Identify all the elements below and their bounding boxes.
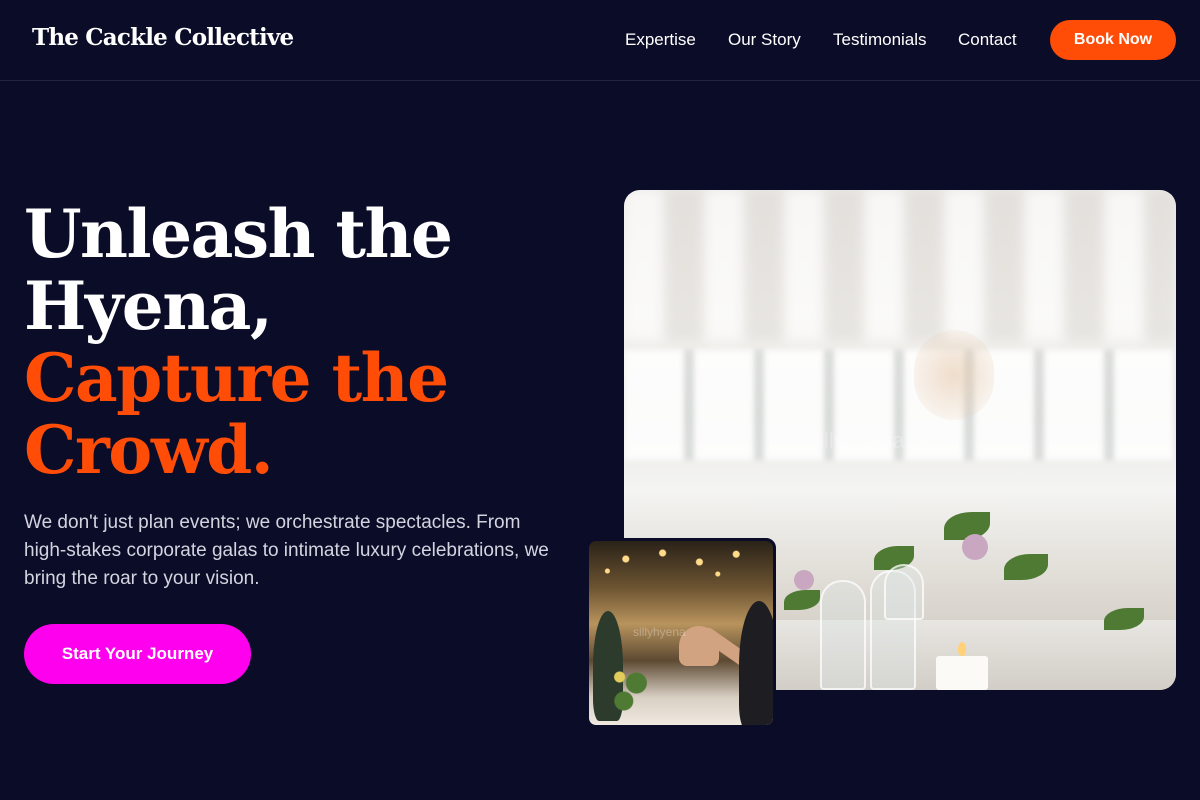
wine-glass [884, 564, 924, 620]
greenery [1004, 554, 1048, 580]
main-nav: Expertise Our Story Testimonials Contact [0, 0, 1200, 81]
image-watermark: sillyhyena [633, 625, 686, 639]
start-journey-button[interactable]: Start Your Journey [24, 624, 251, 684]
book-now-button[interactable]: Book Now [1050, 20, 1176, 60]
string-lights [589, 541, 773, 601]
guest [739, 601, 773, 725]
hero-inset-image: sillyhyena [586, 538, 776, 728]
headline-accent-line-2: Crowd. [24, 411, 274, 489]
headline-line-1: Unleash the [24, 195, 453, 273]
site-header: The Cackle Collective Expertise Our Stor… [0, 0, 1200, 81]
nav-link-testimonials[interactable]: Testimonials [833, 30, 927, 50]
table-flowers [607, 659, 649, 719]
hero-headline: Unleash the Hyena, Capture the Crowd. [24, 198, 584, 486]
headline-line-2: Hyena, [24, 267, 273, 345]
image-watermark: sillyhyena.biz [808, 428, 939, 453]
candle [936, 656, 988, 690]
nav-link-our-story[interactable]: Our Story [728, 30, 801, 50]
greenery [784, 590, 820, 610]
candle-flame [958, 642, 966, 656]
tent-drape [624, 190, 1176, 340]
hero-subtext: We don't just plan events; we orchestrat… [24, 512, 549, 589]
wine-glass [820, 580, 866, 690]
flower [962, 534, 988, 560]
flower [794, 570, 814, 590]
headline-accent-line-1: Capture the [24, 339, 449, 417]
chandelier [914, 330, 994, 420]
nav-link-expertise[interactable]: Expertise [625, 30, 696, 50]
nav-link-contact[interactable]: Contact [958, 30, 1017, 50]
